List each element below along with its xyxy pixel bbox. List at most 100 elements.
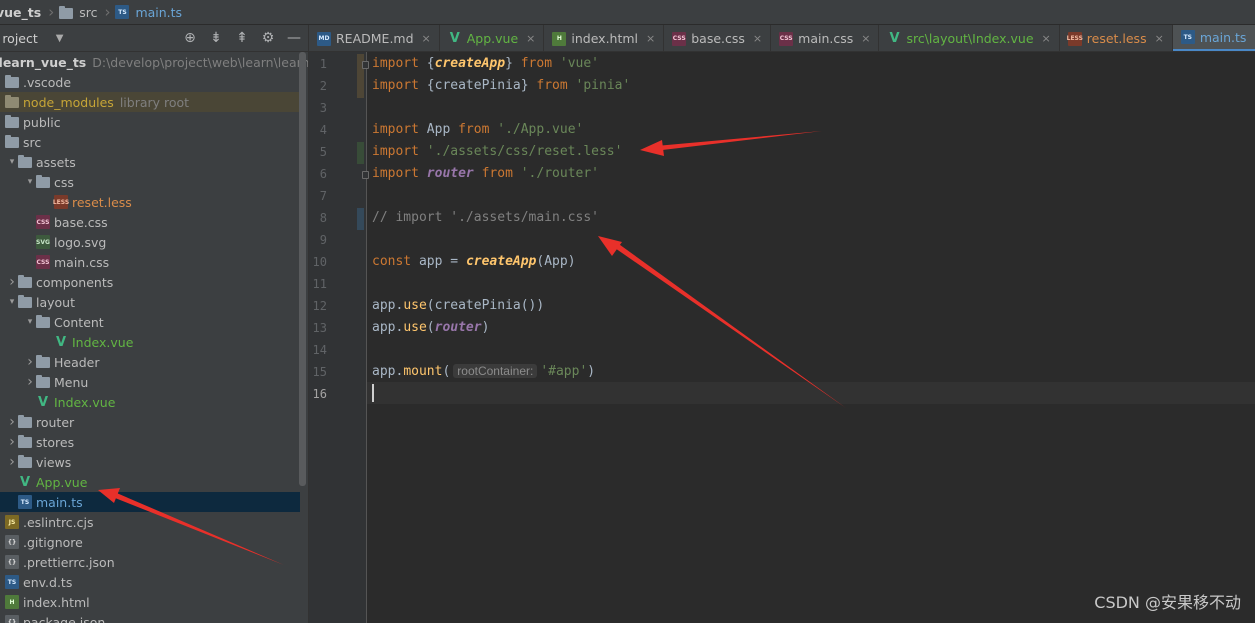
- chevron-right-icon[interactable]: ›: [6, 434, 18, 450]
- tree-item-label: main.css: [54, 254, 110, 270]
- tree-item-label: .eslintrc.cjs: [23, 514, 94, 530]
- tree-item[interactable]: {} package.json: [0, 612, 300, 623]
- tree-item[interactable]: › router: [0, 412, 300, 432]
- tree-root[interactable]: ▾ learn_vue_ts D:\develop\project\web\le…: [0, 52, 308, 72]
- code-line[interactable]: // import './assets/main.css': [372, 210, 599, 225]
- chevron-down-icon[interactable]: ▾: [6, 157, 18, 167]
- editor-tab[interactable]: TSmain.ts×: [1172, 25, 1255, 51]
- vcs-change-marker[interactable]: [357, 76, 364, 98]
- tree-item[interactable]: public: [0, 112, 300, 132]
- tree-item[interactable]: ▾ css: [0, 172, 300, 192]
- close-icon[interactable]: ×: [646, 32, 655, 45]
- tree-item-label: components: [36, 274, 114, 290]
- tree-item[interactable]: ▾ assets: [0, 152, 300, 172]
- vcs-change-marker[interactable]: [357, 208, 364, 230]
- editor-tab[interactable]: Vsrc\layout\Index.vue ×: [879, 25, 1060, 51]
- tree-item[interactable]: Hindex.html: [0, 592, 300, 612]
- chevron-right-icon[interactable]: ›: [24, 354, 36, 370]
- less-file-icon: LESS: [53, 195, 69, 209]
- locate-icon[interactable]: ⊕: [182, 29, 198, 47]
- tree-item[interactable]: › Header: [0, 352, 300, 372]
- editor-tab[interactable]: V App.vue ×: [440, 25, 545, 51]
- folder-icon: [5, 134, 19, 148]
- editor-tab[interactable]: Hindex.html ×: [544, 25, 665, 51]
- line-number: 3: [319, 101, 327, 115]
- expand-all-icon[interactable]: ⇟: [208, 29, 224, 47]
- tree-item[interactable]: TS env.d.ts: [0, 572, 300, 592]
- editor-tab[interactable]: CSS base.css ×: [664, 25, 772, 51]
- editor-tab-label: main.ts: [1199, 29, 1247, 45]
- tree-item[interactable]: V Index.vue: [0, 332, 300, 352]
- close-icon[interactable]: ×: [1042, 32, 1051, 45]
- chevron-down-icon[interactable]: ▼: [56, 33, 64, 44]
- tree-item[interactable]: ▾ layout: [0, 292, 300, 312]
- close-icon[interactable]: ×: [1155, 32, 1164, 45]
- tree-item[interactable]: › components: [0, 272, 300, 292]
- tree-item[interactable]: CSS base.css: [0, 212, 300, 232]
- tree-item[interactable]: LESS reset.less: [0, 192, 300, 212]
- code-line[interactable]: import './assets/css/reset.less': [372, 144, 622, 159]
- tree-item[interactable]: › Menu: [0, 372, 300, 392]
- breadcrumb-item-project[interactable]: vue_ts: [0, 5, 43, 20]
- chevron-right-icon[interactable]: ›: [6, 274, 18, 290]
- tree-item[interactable]: SVG logo.svg: [0, 232, 300, 252]
- tree-item[interactable]: TS main.ts: [0, 492, 300, 512]
- tree-item[interactable]: {} .gitignore: [0, 532, 300, 552]
- fold-icon[interactable]: [362, 171, 369, 179]
- editor-tab[interactable]: LESS reset.less ×: [1060, 25, 1173, 51]
- code-token: '#app': [540, 364, 588, 379]
- config-file-icon: {}: [5, 555, 19, 569]
- editor-tab[interactable]: MD README.md ×: [309, 25, 440, 51]
- collapse-all-icon[interactable]: ⇞: [234, 29, 250, 47]
- tree-item[interactable]: {} .prettierrc.json: [0, 552, 300, 572]
- folder-icon: [18, 294, 32, 308]
- close-icon[interactable]: ×: [422, 32, 431, 45]
- editor-tabs: MD README.md × V App.vue × Hindex.html × CSS base…: [309, 25, 1255, 52]
- chevron-right-icon[interactable]: ›: [6, 454, 18, 470]
- folder-icon: [5, 114, 19, 128]
- chevron-down-icon[interactable]: ▾: [24, 177, 36, 187]
- code-editor[interactable]: [367, 52, 1255, 623]
- code-line[interactable]: import router from './router': [372, 166, 599, 181]
- line-number: 10: [312, 255, 327, 269]
- tree-item[interactable]: node_modules library root: [0, 92, 300, 112]
- tree-item[interactable]: CSS main.css: [0, 252, 300, 272]
- tree-item[interactable]: V App.vue: [0, 472, 300, 492]
- tree-item[interactable]: › stores: [0, 432, 300, 452]
- project-view-title[interactable]: Project: [3, 31, 38, 46]
- close-icon[interactable]: ×: [861, 32, 870, 45]
- code-line[interactable]: import {createPinia} from 'pinia': [372, 78, 630, 93]
- code-line[interactable]: app.mount(rootContainer: '#app'): [372, 364, 595, 379]
- tree-item[interactable]: V Index.vue: [0, 392, 300, 412]
- css-file-icon: CSS: [36, 215, 50, 229]
- hide-icon[interactable]: —: [286, 29, 302, 47]
- chevron-down-icon[interactable]: ▾: [24, 317, 36, 327]
- editor-tab[interactable]: CSS main.css ×: [771, 25, 880, 51]
- tree-item[interactable]: › views: [0, 452, 300, 472]
- tree-item[interactable]: src: [0, 132, 300, 152]
- breadcrumb-item-src[interactable]: src: [77, 5, 99, 20]
- code-line[interactable]: import App from './App.vue': [372, 122, 583, 137]
- tree-scrollbar[interactable]: [299, 52, 306, 486]
- vcs-change-marker[interactable]: [357, 142, 364, 164]
- current-line-highlight: [367, 382, 1255, 404]
- code-line[interactable]: import {createApp} from 'vue': [372, 56, 599, 71]
- close-icon[interactable]: ×: [526, 32, 535, 45]
- close-icon[interactable]: ×: [753, 32, 762, 45]
- tree-item[interactable]: .vscode: [0, 72, 300, 92]
- gear-icon[interactable]: ⚙: [260, 29, 276, 47]
- chevron-right-icon[interactable]: ›: [6, 414, 18, 430]
- tree-item[interactable]: JS .eslintrc.cjs: [0, 512, 300, 532]
- library-folder-icon: [5, 94, 19, 108]
- editor-tab-label: README.md: [336, 31, 414, 46]
- tree-item-label: env.d.ts: [23, 574, 73, 590]
- code-line[interactable]: app.use(createPinia()): [372, 298, 544, 313]
- chevron-right-icon[interactable]: ›: [24, 374, 36, 390]
- code-line[interactable]: app.use(router): [372, 320, 489, 335]
- html-file-icon: H: [5, 595, 19, 609]
- chevron-down-icon[interactable]: ▾: [6, 297, 18, 307]
- fold-icon[interactable]: [362, 61, 369, 69]
- breadcrumb-item-main-ts[interactable]: main.ts: [133, 5, 184, 20]
- code-line[interactable]: const app = createApp(App): [372, 254, 576, 269]
- tree-item[interactable]: ▾ Content: [0, 312, 300, 332]
